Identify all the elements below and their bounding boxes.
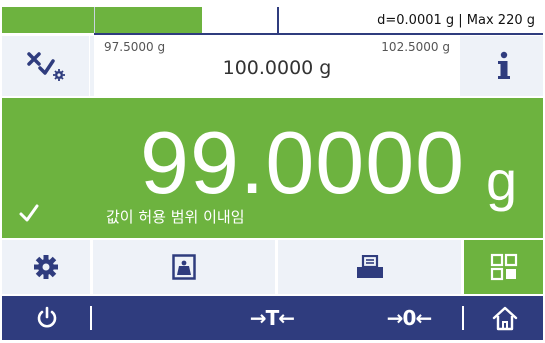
capacity-target-marker — [277, 7, 279, 35]
tolerance-status-text: 값이 허용 범위 이내임 — [106, 208, 245, 226]
capacity-rule — [94, 33, 543, 35]
weight-value: 99.0000 — [140, 113, 466, 212]
power-button[interactable] — [2, 296, 92, 340]
zero-button[interactable]: →0← — [354, 296, 464, 340]
target-weight-value: 100.0000 g — [222, 57, 332, 79]
nav-separator — [90, 306, 92, 330]
tolerance-settings-button[interactable] — [2, 36, 90, 96]
nav-separator — [462, 306, 464, 330]
capacity-bar: d=0.0001 g | Max 220 g — [2, 2, 543, 36]
capacity-info-text: d=0.0001 g | Max 220 g — [377, 13, 535, 28]
power-icon — [37, 306, 57, 328]
weight-function-button[interactable] — [93, 240, 275, 294]
print-button[interactable] — [278, 240, 461, 294]
balance-screen: d=0.0001 g | Max 220 g 97.5000 g 100.000… — [2, 2, 543, 340]
tare-icon: →T← — [249, 306, 295, 330]
bottom-nav: →T← →0← — [2, 296, 543, 340]
zero-icon: →0← — [386, 306, 432, 330]
tare-button[interactable]: →T← — [217, 296, 327, 340]
check-icon — [19, 204, 39, 222]
home-button[interactable] — [466, 296, 543, 340]
upper-tolerance-value: 102.5000 g — [381, 40, 450, 54]
apps-button[interactable] — [464, 240, 543, 294]
settings-button[interactable] — [2, 240, 90, 294]
function-row — [2, 240, 543, 294]
weight-display: 99.0000 g 값이 허용 범위 이내임 — [2, 98, 543, 238]
capacity-fill — [2, 7, 202, 33]
apps-grid-icon — [490, 253, 517, 281]
tolerance-settings-icon — [26, 52, 65, 81]
weight-unit: g — [486, 149, 518, 212]
weight-icon — [172, 254, 196, 280]
tolerance-limits: 97.5000 g 100.0000 g 102.5000 g — [94, 36, 460, 96]
tolerance-row: 97.5000 g 100.0000 g 102.5000 g — [2, 36, 543, 96]
info-icon — [497, 51, 510, 79]
capacity-start-marker — [94, 7, 95, 35]
gear-icon — [34, 255, 58, 279]
lower-tolerance-value: 97.5000 g — [104, 40, 166, 54]
home-icon — [492, 306, 517, 331]
info-button[interactable] — [464, 36, 543, 96]
printer-icon — [356, 255, 383, 278]
